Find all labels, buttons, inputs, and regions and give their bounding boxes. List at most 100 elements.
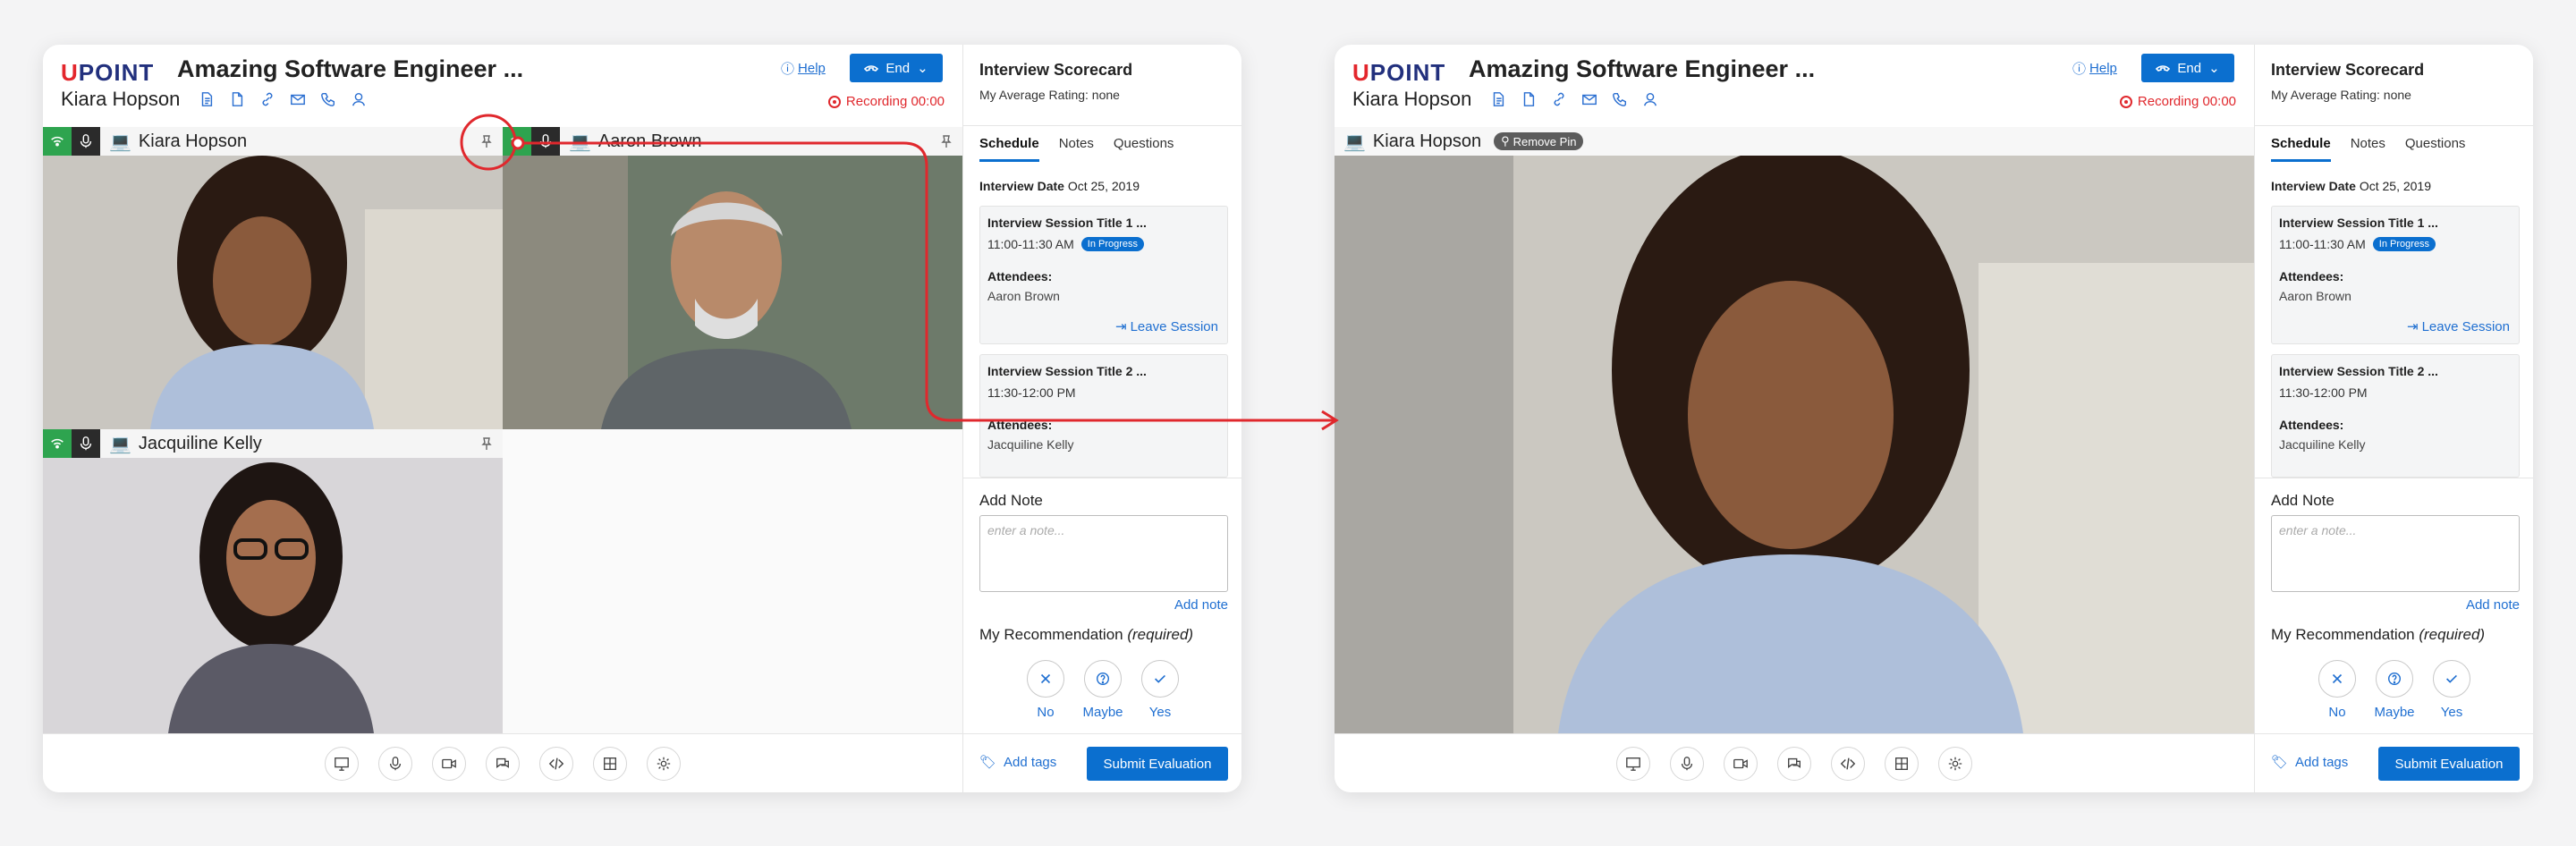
- participant-name: 💻 Jacquiline Kelly: [109, 433, 262, 454]
- resume-icon[interactable]: [1489, 90, 1507, 108]
- session-card: Interview Session Title 2 ... 11:30-12:0…: [2271, 354, 2520, 478]
- panel-title: Interview Scorecard: [2271, 61, 2425, 79]
- chat-button[interactable]: [486, 747, 520, 781]
- laptop-icon: 💻: [1343, 131, 1366, 152]
- screen-share-button[interactable]: [325, 747, 359, 781]
- chat-icon: [1788, 757, 1801, 768]
- layout-button[interactable]: [1885, 747, 1919, 781]
- add-note-button[interactable]: Add note: [1174, 597, 1228, 613]
- tab-questions[interactable]: Questions: [1114, 126, 1174, 162]
- attendees: Aaron Brown: [987, 289, 1060, 303]
- remove-pin-button[interactable]: ⚲ Remove Pin: [1494, 132, 1584, 150]
- participant-video: [43, 156, 503, 429]
- submit-evaluation-button[interactable]: Submit Evaluation: [1087, 747, 1228, 781]
- mic-icon[interactable]: [531, 127, 560, 156]
- pin-icon[interactable]: [939, 134, 953, 148]
- session-card: Interview Session Title 1 ... 11:00-11:3…: [979, 206, 1228, 344]
- session-time: 11:30-12:00 PM: [987, 385, 1076, 400]
- profile-icon[interactable]: [1641, 90, 1659, 108]
- mic-icon[interactable]: [72, 429, 100, 458]
- tag-icon: 🏷: [2271, 755, 2289, 770]
- monitor-icon: [335, 757, 349, 771]
- participant-name: 💻 Aaron Brown: [569, 131, 702, 152]
- tile-bar: 💻 Kiara Hopson ⚲ Remove Pin: [1335, 127, 2254, 156]
- add-tags-link[interactable]: 🏷 Add tags: [2271, 754, 2348, 771]
- help-icon: ⓘ: [781, 62, 795, 77]
- code-button[interactable]: [1831, 747, 1865, 781]
- pin-icon[interactable]: [479, 436, 494, 451]
- session-time: 11:30-12:00 PM: [2279, 385, 2368, 400]
- session-title: Interview Session Title 1 ...: [987, 216, 1147, 230]
- session-time: 11:00-11:30 AM In Progress: [2279, 237, 2512, 251]
- camera-button[interactable]: [1724, 747, 1758, 781]
- phone-icon[interactable]: [319, 90, 337, 108]
- link-icon[interactable]: [1550, 90, 1568, 108]
- tab-schedule[interactable]: Schedule: [2271, 126, 2331, 162]
- screen-share-button[interactable]: [1616, 747, 1650, 781]
- option-maybe[interactable]: Maybe: [1082, 660, 1123, 720]
- candidate-row: Kiara Hopson: [61, 88, 368, 111]
- panel-tabs: Schedule Notes Questions: [963, 125, 1241, 162]
- video-tile-aaron[interactable]: 💻 Aaron Brown: [503, 127, 962, 429]
- resume-icon[interactable]: [198, 90, 216, 108]
- signal-icon: [43, 127, 72, 156]
- note-input[interactable]: [979, 515, 1228, 592]
- status-badge: In Progress: [2372, 237, 2436, 251]
- mic-icon[interactable]: [72, 127, 100, 156]
- pin-icon[interactable]: [479, 134, 494, 148]
- option-no[interactable]: No: [1026, 660, 1065, 720]
- panel-title: Interview Scorecard: [979, 61, 1133, 79]
- help-link[interactable]: ⓘ Help: [781, 59, 826, 78]
- tab-schedule[interactable]: Schedule: [979, 126, 1039, 162]
- video-tile-jacquiline[interactable]: 💻 Jacquiline Kelly: [43, 429, 503, 733]
- mic-button[interactable]: [378, 747, 412, 781]
- candidate-name: Kiara Hopson: [61, 88, 181, 110]
- document-icon[interactable]: [1520, 90, 1538, 108]
- chevron-down-icon: ⌄: [2208, 61, 2220, 76]
- panel-tabs: Schedule Notes Questions: [2255, 125, 2533, 162]
- option-yes[interactable]: Yes: [2432, 660, 2471, 720]
- hangup-icon: [2156, 65, 2171, 72]
- phone-icon[interactable]: [1611, 90, 1629, 108]
- mic-button[interactable]: [1670, 747, 1704, 781]
- check-icon: [2446, 674, 2457, 683]
- leave-session-link[interactable]: ⇥ Leave Session: [2407, 318, 2510, 335]
- email-icon[interactable]: [1580, 90, 1598, 108]
- submit-evaluation-button[interactable]: Submit Evaluation: [2378, 747, 2520, 781]
- code-icon: [548, 757, 564, 770]
- video-tile-kiara[interactable]: 💻 Kiara Hopson: [43, 127, 503, 429]
- attendees: Jacquiline Kelly: [987, 437, 1074, 452]
- leave-session-link[interactable]: ⇥ Leave Session: [1115, 318, 1218, 335]
- code-button[interactable]: [539, 747, 573, 781]
- option-yes[interactable]: Yes: [1140, 660, 1180, 720]
- end-call-button[interactable]: End ⌄: [850, 54, 943, 82]
- recommendation-label: My Recommendation (required): [979, 626, 1194, 643]
- tab-notes[interactable]: Notes: [1059, 126, 1094, 162]
- average-rating: My Average Rating: none: [2271, 88, 2411, 102]
- chat-icon: [496, 757, 509, 768]
- settings-button[interactable]: [1938, 747, 1972, 781]
- meeting-window-pinned: UPOINT Amazing Software Engineer ... Kia…: [1335, 45, 2533, 792]
- option-no[interactable]: No: [2318, 660, 2357, 720]
- end-call-button[interactable]: End ⌄: [2141, 54, 2234, 82]
- help-link[interactable]: ⓘ Help: [2072, 59, 2117, 78]
- laptop-icon: 💻: [569, 131, 591, 152]
- layout-button[interactable]: [593, 747, 627, 781]
- record-icon: [2119, 95, 2132, 108]
- tab-notes[interactable]: Notes: [2351, 126, 2385, 162]
- chat-button[interactable]: [1777, 747, 1811, 781]
- note-input[interactable]: [2271, 515, 2520, 592]
- document-icon[interactable]: [228, 90, 246, 108]
- video-tile-pinned[interactable]: 💻 Kiara Hopson ⚲ Remove Pin: [1335, 127, 2254, 733]
- add-tags-link[interactable]: 🏷 Add tags: [979, 754, 1056, 771]
- profile-icon[interactable]: [350, 90, 368, 108]
- settings-button[interactable]: [647, 747, 681, 781]
- option-maybe[interactable]: Maybe: [2374, 660, 2415, 720]
- email-icon[interactable]: [289, 90, 307, 108]
- camera-button[interactable]: [432, 747, 466, 781]
- add-note-button[interactable]: Add note: [2466, 597, 2520, 613]
- tab-questions[interactable]: Questions: [2405, 126, 2466, 162]
- main-area: UPOINT Amazing Software Engineer ... Kia…: [1335, 45, 2254, 792]
- link-icon[interactable]: [258, 90, 276, 108]
- status-badge: In Progress: [1080, 237, 1145, 251]
